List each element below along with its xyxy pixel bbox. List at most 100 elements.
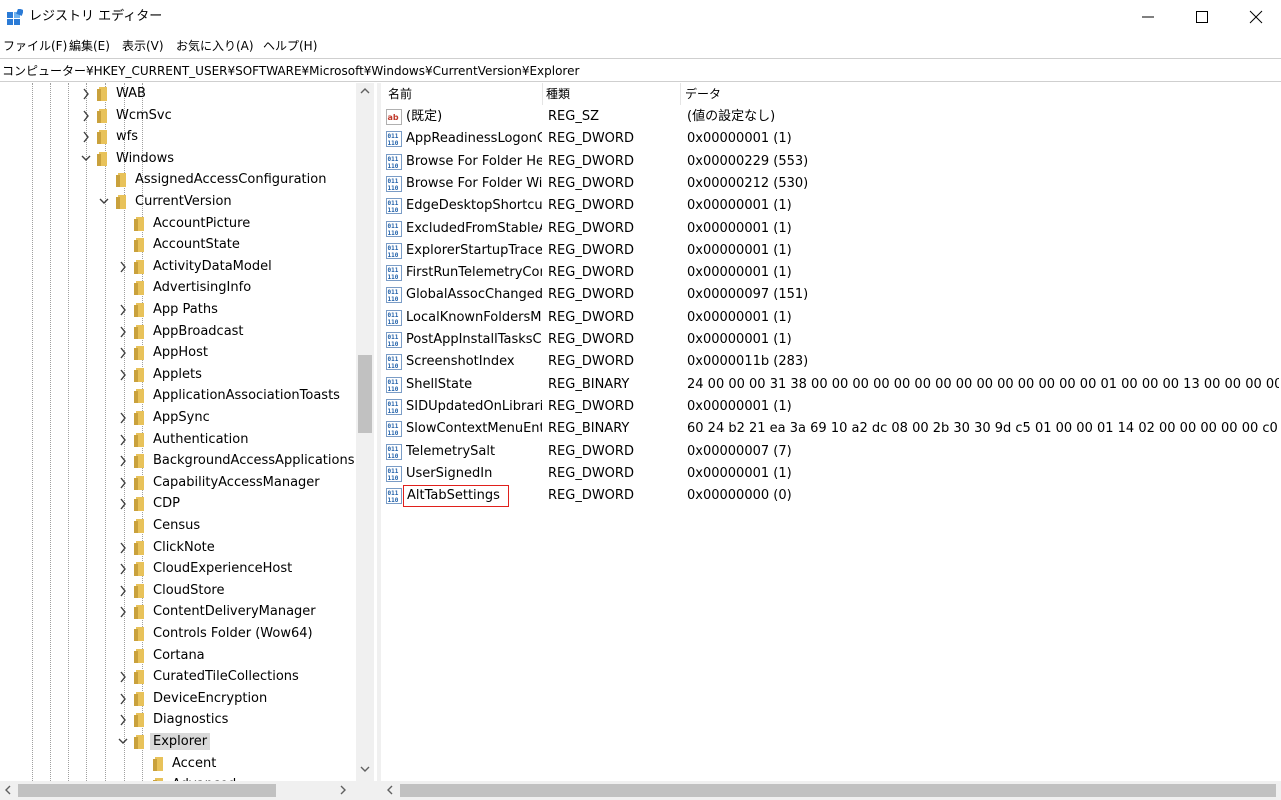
value-row[interactable]: 011 110 AltTabSettings REG_DWORD 0x00000000 … <box>381 485 1281 508</box>
tree-horizontal-scrollbar[interactable] <box>0 781 377 800</box>
tree-item[interactable]: Cortana <box>0 645 356 667</box>
chevron-down-icon[interactable] <box>98 195 110 209</box>
chevron-down-icon[interactable] <box>80 152 92 166</box>
chevron-right-icon[interactable] <box>80 130 92 144</box>
value-row[interactable]: 011110LocalKnownFoldersMigratedREG_DWORD… <box>381 307 1281 329</box>
values-pane[interactable]: 名前 種類 データ ab (既定) REG_SZ (値の設定なし) 011 110 AppR… <box>381 83 1281 800</box>
chevron-right-icon[interactable] <box>117 303 129 317</box>
menu-favorites[interactable]: お気に入り(A) <box>176 38 254 54</box>
address-path[interactable]: コンピューター¥HKEY_CURRENT_USER¥SOFTWARE¥Micro… <box>2 63 579 79</box>
value-row[interactable]: 011110FirstRunTelemetryCompleteREG_DWORD… <box>381 262 1281 284</box>
tree-item[interactable]: WcmSvc <box>0 105 356 127</box>
tree-item[interactable]: ApplicationAssociationToasts <box>0 385 356 407</box>
value-row[interactable]: ab (既定) REG_SZ (値の設定なし) <box>381 106 1281 128</box>
value-row[interactable]: 011110SlowContextMenuEntriesREG_BINARY60… <box>381 418 1281 440</box>
value-row[interactable]: 011110ExplorerStartupTraceRecordedREG_DW… <box>381 240 1281 262</box>
tree-item[interactable]: Diagnostics <box>0 709 356 731</box>
column-header-data[interactable]: データ <box>685 83 721 105</box>
tree-item[interactable]: Applets <box>0 364 356 386</box>
value-row[interactable]: 011110ExcludedFromStableAnaheimDowngrade… <box>381 218 1281 240</box>
tree-item[interactable]: Windows <box>0 148 356 170</box>
value-row[interactable]: 011 110 TelemetrySalt REG_DWORD 0x00000007 (… <box>381 441 1281 463</box>
tree-vertical-scroll-thumb[interactable] <box>358 355 372 433</box>
tree-item[interactable]: Authentication <box>0 429 356 451</box>
chevron-right-icon[interactable] <box>117 562 129 576</box>
menu-help[interactable]: ヘルプ(H) <box>263 38 317 54</box>
chevron-right-icon[interactable] <box>117 713 129 727</box>
tree-item[interactable]: CuratedTileCollections <box>0 666 356 688</box>
values-horizontal-scroll-thumb[interactable] <box>400 784 1276 797</box>
chevron-right-icon[interactable] <box>117 476 129 490</box>
column-header-type[interactable]: 種類 <box>546 83 570 105</box>
tree-item[interactable]: AssignedAccessConfiguration <box>0 169 356 191</box>
chevron-right-icon[interactable] <box>117 497 129 511</box>
column-separator[interactable] <box>542 83 543 105</box>
value-row[interactable]: 011110GlobalAssocChangedCounterREG_DWORD… <box>381 284 1281 306</box>
tree-item[interactable]: Accent <box>0 753 356 775</box>
chevron-right-icon[interactable] <box>117 454 129 468</box>
tree-horizontal-scroll-thumb[interactable] <box>18 784 276 797</box>
tree-item[interactable]: CDP <box>0 493 356 515</box>
chevron-right-icon[interactable] <box>80 109 92 123</box>
tree-item[interactable]: CloudStore <box>0 580 356 602</box>
tree-item[interactable]: WAB <box>0 83 356 105</box>
chevron-right-icon[interactable] <box>117 325 129 339</box>
chevron-right-icon[interactable] <box>117 670 129 684</box>
tree-item[interactable]: AppHost <box>0 342 356 364</box>
tree-item[interactable]: ActivityDataModel <box>0 256 356 278</box>
value-row[interactable]: 011110Browse For Folder HeightREG_DWORD0… <box>381 151 1281 173</box>
tree-item[interactable]: Controls Folder (Wow64) <box>0 623 356 645</box>
chevron-right-icon[interactable] <box>117 346 129 360</box>
value-row[interactable]: 011 110 ShellState REG_BINARY 24 00 00 00 31… <box>381 374 1281 396</box>
menu-view[interactable]: 表示(V) <box>122 38 164 54</box>
tree-item[interactable]: AppSync <box>0 407 356 429</box>
chevron-right-icon[interactable] <box>117 368 129 382</box>
tree-item[interactable]: CloudExperienceHost <box>0 558 356 580</box>
column-header-name[interactable]: 名前 <box>388 83 412 105</box>
tree-item[interactable]: ContentDeliveryManager <box>0 601 356 623</box>
tree-item[interactable]: AdvertisingInfo <box>0 277 356 299</box>
tree-item[interactable]: AccountState <box>0 234 356 256</box>
tree-item[interactable]: DeviceEncryption <box>0 688 356 710</box>
scroll-left-icon[interactable] <box>386 785 394 795</box>
scroll-right-icon[interactable] <box>339 785 347 795</box>
scroll-up-icon[interactable] <box>360 87 370 95</box>
menu-file[interactable]: ファイル(F) <box>3 38 67 54</box>
tree-item[interactable]: CapabilityAccessManager <box>0 472 356 494</box>
chevron-right-icon[interactable] <box>117 411 129 425</box>
value-row[interactable]: 011110Browse For Folder WidthREG_DWORD0x… <box>381 173 1281 195</box>
column-separator[interactable] <box>680 83 681 105</box>
value-row[interactable]: 011110 PostAppInstallTasksCompleted REG_DW… <box>381 329 1281 351</box>
scroll-left-icon[interactable] <box>4 785 12 795</box>
chevron-right-icon[interactable] <box>117 605 129 619</box>
value-row[interactable]: 011 110 UserSignedIn REG_DWORD 0x00000001 (1… <box>381 463 1281 485</box>
value-row[interactable]: 011110EdgeDesktopShortcutCreatedREG_DWOR… <box>381 195 1281 217</box>
value-name-edit-field[interactable]: AltTabSettings <box>403 485 509 508</box>
menu-edit[interactable]: 編集(E) <box>69 38 110 54</box>
tree-item[interactable]: BackgroundAccessApplications <box>0 450 356 472</box>
close-button[interactable] <box>1229 0 1281 32</box>
chevron-right-icon[interactable] <box>117 433 129 447</box>
chevron-right-icon[interactable] <box>117 260 129 274</box>
value-row[interactable]: 011110SIDUpdatedOnLibrariesREG_DWORD0x00… <box>381 396 1281 418</box>
key-tree-pane[interactable]: WAB WcmSvc wfs Windows AssignedAccessConfigu… <box>0 83 377 800</box>
tree-item[interactable]: Explorer <box>0 731 356 753</box>
chevron-down-icon[interactable] <box>117 735 129 749</box>
value-row[interactable]: 011110AppReadinessLogonCompleteREG_DWORD… <box>381 128 1281 150</box>
chevron-right-icon[interactable] <box>117 541 129 555</box>
chevron-right-icon[interactable] <box>117 584 129 598</box>
maximize-button[interactable] <box>1175 0 1229 32</box>
address-bar[interactable]: コンピューター¥HKEY_CURRENT_USER¥SOFTWARE¥Micro… <box>0 58 1281 82</box>
tree-item[interactable]: App Paths <box>0 299 356 321</box>
tree-item[interactable]: AccountPicture <box>0 213 356 235</box>
values-horizontal-scrollbar[interactable] <box>381 781 1281 800</box>
chevron-right-icon[interactable] <box>117 692 129 706</box>
tree-item[interactable]: CurrentVersion <box>0 191 356 213</box>
minimize-button[interactable] <box>1121 0 1175 32</box>
tree-item[interactable]: AppBroadcast <box>0 321 356 343</box>
tree-item[interactable]: Census <box>0 515 356 537</box>
tree-vertical-scrollbar[interactable] <box>356 83 374 783</box>
tree-item[interactable]: ClickNote <box>0 537 356 559</box>
value-row[interactable]: 011 110 ScreenshotIndex REG_DWORD 0x0000011b… <box>381 351 1281 373</box>
chevron-right-icon[interactable] <box>80 87 92 101</box>
